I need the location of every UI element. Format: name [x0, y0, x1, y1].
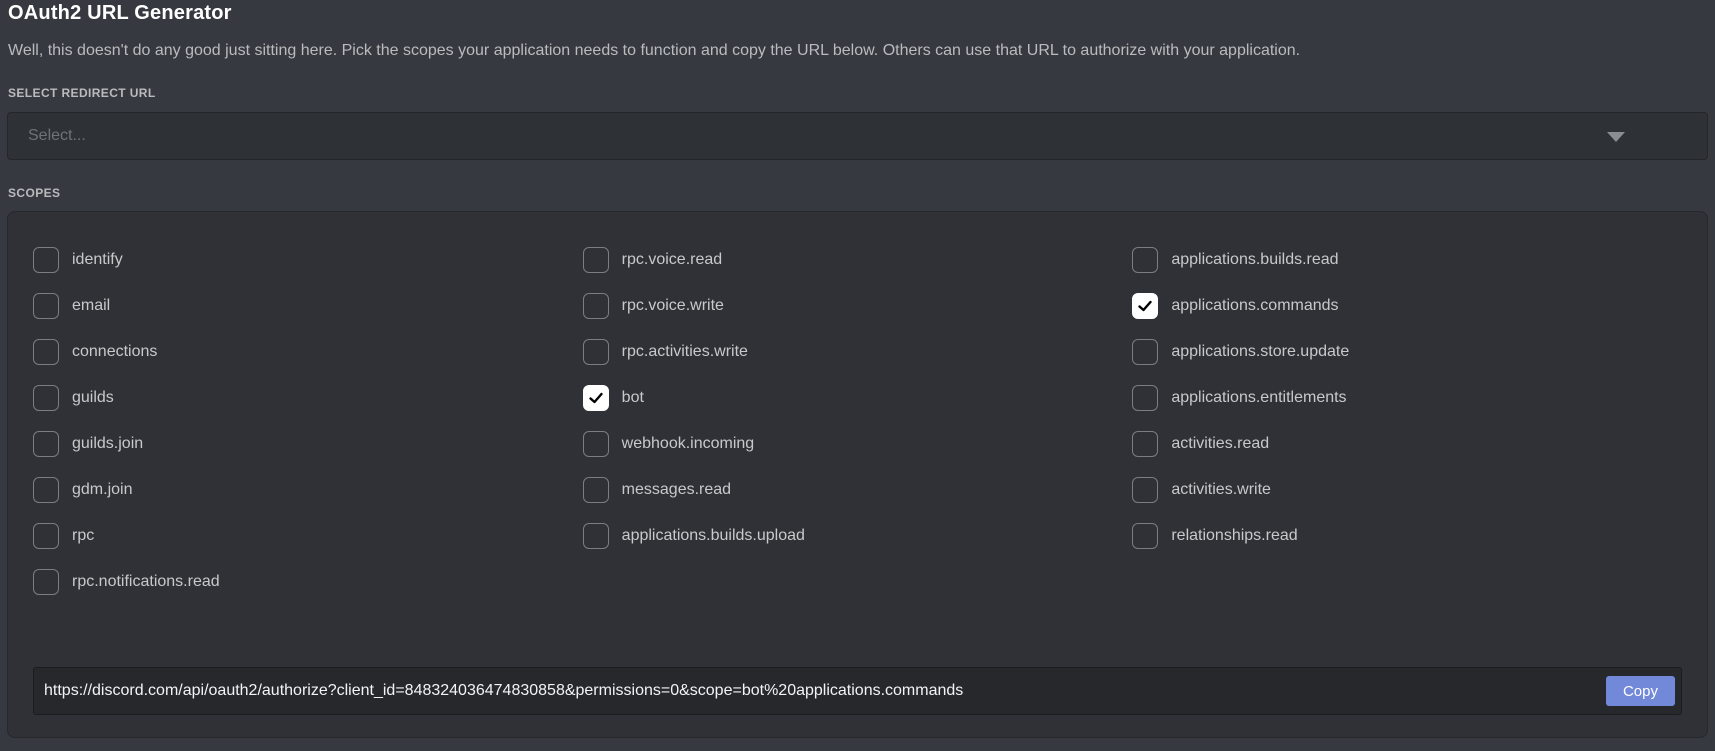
scope-column: identify email connections guilds guilds [33, 247, 583, 615]
scope-checkbox[interactable] [33, 431, 59, 457]
scopes-panel: identify email connections guilds guilds [7, 211, 1708, 738]
generated-url-input[interactable] [34, 668, 1606, 714]
scope-label: relationships.read [1171, 527, 1297, 545]
scope-label: identify [72, 251, 123, 269]
scope-checkbox-item[interactable]: applications.builds.upload [583, 523, 1133, 549]
chevron-down-icon [1607, 132, 1625, 142]
scope-checkbox[interactable] [1132, 385, 1158, 411]
scope-checkbox-item[interactable]: guilds [33, 385, 583, 411]
scope-checkbox[interactable] [33, 247, 59, 273]
scope-checkbox-item[interactable]: activities.write [1132, 477, 1682, 503]
scope-checkbox-item[interactable]: rpc [33, 523, 583, 549]
scope-label: bot [622, 389, 644, 407]
scope-checkbox-item[interactable]: connections [33, 339, 583, 365]
scope-checkbox-item[interactable]: rpc.voice.write [583, 293, 1133, 319]
page-title: OAuth2 URL Generator [7, 2, 1708, 25]
scope-checkbox[interactable] [583, 477, 609, 503]
scope-checkbox[interactable] [583, 247, 609, 273]
scope-column: applications.builds.read applications.co… [1132, 247, 1682, 615]
scope-checkbox[interactable] [583, 385, 609, 411]
scope-label: rpc [72, 527, 94, 545]
scope-checkbox[interactable] [1132, 247, 1158, 273]
redirect-url-select[interactable]: Select... [7, 112, 1708, 160]
scope-checkbox-item[interactable]: webhook.incoming [583, 431, 1133, 457]
checkmark-icon [1137, 298, 1153, 314]
scope-label: guilds.join [72, 435, 143, 453]
scope-checkbox[interactable] [33, 339, 59, 365]
copy-button[interactable]: Copy [1606, 676, 1675, 706]
scope-checkbox[interactable] [583, 523, 609, 549]
scope-label: applications.entitlements [1171, 389, 1346, 407]
scope-checkbox-item[interactable]: guilds.join [33, 431, 583, 457]
scope-checkbox[interactable] [33, 385, 59, 411]
scopes-grid: identify email connections guilds guilds [33, 247, 1682, 615]
scope-checkbox-item[interactable]: rpc.activities.write [583, 339, 1133, 365]
oauth2-url-generator-page: OAuth2 URL Generator Well, this doesn't … [0, 0, 1715, 738]
scope-checkbox[interactable] [1132, 339, 1158, 365]
redirect-url-label: SELECT REDIRECT URL [7, 86, 1708, 100]
scope-checkbox-item[interactable]: applications.commands [1132, 293, 1682, 319]
scope-checkbox-item[interactable]: identify [33, 247, 583, 273]
scope-checkbox-item[interactable]: relationships.read [1132, 523, 1682, 549]
scope-label: rpc.voice.read [622, 251, 723, 269]
scope-label: email [72, 297, 110, 315]
scope-label: applications.builds.upload [622, 527, 805, 545]
checkmark-icon [588, 390, 604, 406]
page-description: Well, this doesn't do any good just sitt… [7, 42, 1708, 60]
select-placeholder: Select... [28, 127, 86, 145]
scope-checkbox[interactable] [1132, 431, 1158, 457]
scope-label: activities.read [1171, 435, 1269, 453]
scope-checkbox-item[interactable]: rpc.notifications.read [33, 569, 583, 595]
scope-label: guilds [72, 389, 114, 407]
scope-checkbox[interactable] [1132, 523, 1158, 549]
scope-checkbox-item[interactable]: email [33, 293, 583, 319]
scope-checkbox[interactable] [1132, 477, 1158, 503]
scope-checkbox[interactable] [33, 477, 59, 503]
scope-column: rpc.voice.read rpc.voice.write rpc.activ… [583, 247, 1133, 615]
scope-checkbox[interactable] [33, 523, 59, 549]
scope-checkbox-item[interactable]: gdm.join [33, 477, 583, 503]
scope-label: rpc.voice.write [622, 297, 724, 315]
generated-url-bar: Copy [33, 667, 1682, 715]
scope-checkbox[interactable] [583, 431, 609, 457]
scope-checkbox[interactable] [1132, 293, 1158, 319]
scope-checkbox-item[interactable]: activities.read [1132, 431, 1682, 457]
scope-checkbox-item[interactable]: bot [583, 385, 1133, 411]
scope-checkbox[interactable] [33, 293, 59, 319]
scope-checkbox-item[interactable]: applications.store.update [1132, 339, 1682, 365]
scope-label: activities.write [1171, 481, 1271, 499]
scope-checkbox[interactable] [583, 293, 609, 319]
scope-label: applications.builds.read [1171, 251, 1338, 269]
scope-label: rpc.notifications.read [72, 573, 220, 591]
scope-checkbox-item[interactable]: rpc.voice.read [583, 247, 1133, 273]
scope-checkbox-item[interactable]: applications.builds.read [1132, 247, 1682, 273]
scope-checkbox[interactable] [583, 339, 609, 365]
scope-checkbox-item[interactable]: applications.entitlements [1132, 385, 1682, 411]
scope-label: connections [72, 343, 157, 361]
scope-label: rpc.activities.write [622, 343, 748, 361]
scope-label: applications.store.update [1171, 343, 1349, 361]
scope-label: applications.commands [1171, 297, 1338, 315]
scope-label: messages.read [622, 481, 731, 499]
scope-label: webhook.incoming [622, 435, 755, 453]
scope-checkbox-item[interactable]: messages.read [583, 477, 1133, 503]
scopes-label: SCOPES [7, 186, 1708, 200]
scope-checkbox[interactable] [33, 569, 59, 595]
scope-label: gdm.join [72, 481, 132, 499]
